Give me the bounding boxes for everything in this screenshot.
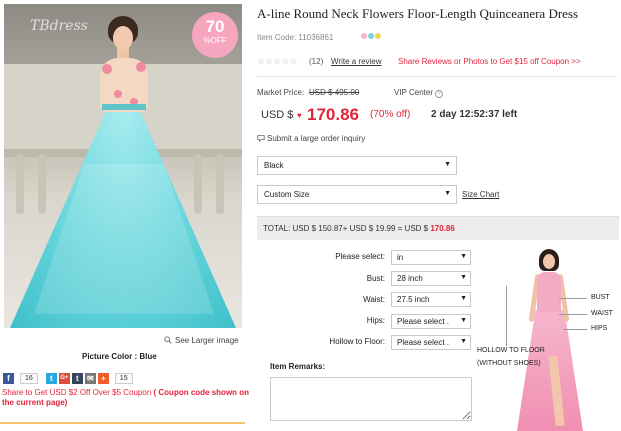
facebook-count: 16 (20, 372, 38, 384)
dress-flower (102, 64, 112, 74)
addthis-icon[interactable]: + (97, 372, 109, 384)
size-select-value: Custom Size (264, 190, 310, 199)
review-count: (12) (309, 57, 324, 66)
waist-label: Waist: (363, 295, 385, 304)
market-price-label: Market Price: (257, 88, 305, 97)
chevron-down-icon: ▼ (460, 295, 467, 302)
total-value: 170.86 (430, 224, 455, 233)
magnifier-icon (164, 336, 172, 344)
bust-measure-line (559, 298, 587, 299)
chevron-down-icon: ▼ (444, 161, 451, 168)
total-prefix: TOTAL: USD $ 150.87+ USD $ 19.99 = USD $ (263, 224, 429, 233)
hollow-to-floor-label: Hollow to Floor: (329, 337, 385, 346)
waist-select-value: 27.5 inch (397, 295, 430, 304)
divider (0, 422, 245, 424)
email-icon[interactable]: ✉ (84, 372, 96, 384)
bust-select[interactable]: 28 inch ▼ (391, 271, 471, 286)
bust-select-value: 28 inch (397, 274, 423, 283)
item-remarks-label: Item Remarks: (270, 362, 326, 371)
hips-select-value: Please select . (397, 317, 450, 326)
color-swatch-dots (361, 33, 381, 39)
hips-label: Hips: (366, 316, 385, 325)
see-larger-link[interactable]: See Larger image (164, 336, 239, 345)
item-code: Item Code: 11036861 (257, 33, 334, 42)
size-chart-link[interactable]: Size Chart (462, 190, 499, 199)
color-select-value: Black (264, 161, 284, 170)
hollow-to-floor-select[interactable]: Please select . ▼ (391, 335, 471, 350)
background-pillar (16, 154, 24, 214)
product-title: A-line Round Neck Flowers Floor-Length Q… (257, 6, 579, 21)
help-icon[interactable]: ? (434, 90, 443, 98)
total-bar: TOTAL: USD $ 150.87+ USD $ 19.99 = USD $… (257, 216, 619, 240)
chevron-down-icon: ▼ (460, 338, 467, 345)
tumblr-icon[interactable]: t (71, 372, 83, 384)
chevron-down-icon: ▼ (444, 190, 451, 197)
share-coupon-offer: Share to Get USD $2 Off Over $5 Coupon (2, 388, 152, 397)
waist-select[interactable]: 27.5 inch ▼ (391, 292, 471, 307)
vip-center-label: VIP Center (394, 88, 433, 97)
googleplus-icon[interactable]: G+ (58, 372, 70, 384)
rating-stars: ☆☆☆☆☆ (257, 56, 298, 66)
discount-off-label: %OFF (203, 36, 227, 45)
unit-label: Please select: (335, 252, 385, 261)
sale-price: 170.86 (307, 105, 359, 124)
watermark: TBdress (30, 18, 88, 34)
diagram-face (543, 254, 555, 269)
chevron-down-icon: ▼ (460, 253, 467, 260)
hips-diagram-label: HIPS (591, 325, 608, 332)
model-face (113, 26, 133, 50)
bust-label: Bust: (366, 274, 385, 283)
currency-mark: ♥ (297, 111, 302, 120)
picture-color: Picture Color : Blue (82, 352, 157, 361)
bulk-inquiry-label: Submit a large order inquiry (267, 134, 366, 143)
dress-flower (136, 62, 146, 72)
dress-belt (102, 104, 146, 110)
color-dot (361, 33, 367, 39)
hollow-to-floor-select-value: Please select . (397, 338, 450, 347)
percent-off: (70% off) (370, 109, 411, 120)
hips-measure-line (563, 329, 587, 330)
facebook-icon[interactable]: f (3, 372, 14, 384)
discount-percent: 70 (205, 17, 225, 36)
total-text: TOTAL: USD $ 150.87+ USD $ 19.99 = USD $… (263, 224, 455, 233)
chat-bubble-icon (257, 135, 265, 143)
bust-diagram-label: BUST (591, 294, 610, 301)
color-dot (375, 33, 381, 39)
color-dot (368, 33, 374, 39)
see-larger-label: See Larger image (175, 336, 239, 345)
vip-center-link[interactable]: VIP Center? (394, 88, 443, 98)
share-coupon-text[interactable]: Share to Get USD $2 Off Over $5 Coupon (… (2, 388, 252, 408)
unit-select-value: in (397, 253, 404, 262)
diagram-dress-bodice (537, 272, 561, 312)
color-select[interactable]: Black ▼ (257, 156, 457, 175)
bulk-inquiry-link[interactable]: Submit a large order inquiry (257, 134, 365, 143)
hips-select[interactable]: Please select . ▼ (391, 314, 471, 329)
dress-flower (114, 90, 122, 98)
share-reviews-link[interactable]: Share Reviews or Photos to Get $15 off C… (398, 57, 581, 66)
discount-badge: 70 %OFF (192, 12, 238, 58)
sale-countdown: 2 day 12:52:37 left (431, 109, 518, 120)
currency-label: USD $ (261, 109, 294, 121)
waist-diagram-label: WAIST (591, 310, 613, 317)
unit-select[interactable]: in ▼ (391, 250, 471, 265)
market-price-value: USD $ 495.00 (309, 88, 360, 97)
hollow-diagram-note: (WITHOUT SHOES) (477, 360, 541, 367)
share-count: 15 (114, 372, 133, 384)
size-select[interactable]: Custom Size ▼ (257, 185, 457, 204)
measurement-diagram: BUST WAIST HIPS HOLLOW TO FLOOR (WITHOUT… (477, 246, 621, 431)
social-share-bar: f 16 t G+ t ✉ + 15 (3, 372, 139, 384)
chevron-down-icon: ▼ (460, 317, 467, 324)
write-review-link[interactable]: Write a review (331, 57, 382, 66)
divider (257, 76, 617, 77)
hollow-diagram-label: HOLLOW TO FLOOR (477, 347, 545, 354)
chevron-down-icon: ▼ (460, 274, 467, 281)
background-pillar (194, 154, 202, 214)
item-remarks-textarea[interactable] (270, 377, 472, 421)
background-pillar (38, 154, 46, 214)
background-pillar (216, 154, 224, 214)
hollow-measure-line (506, 286, 507, 346)
waist-measure-line (559, 314, 587, 315)
twitter-icon[interactable]: t (45, 372, 57, 384)
